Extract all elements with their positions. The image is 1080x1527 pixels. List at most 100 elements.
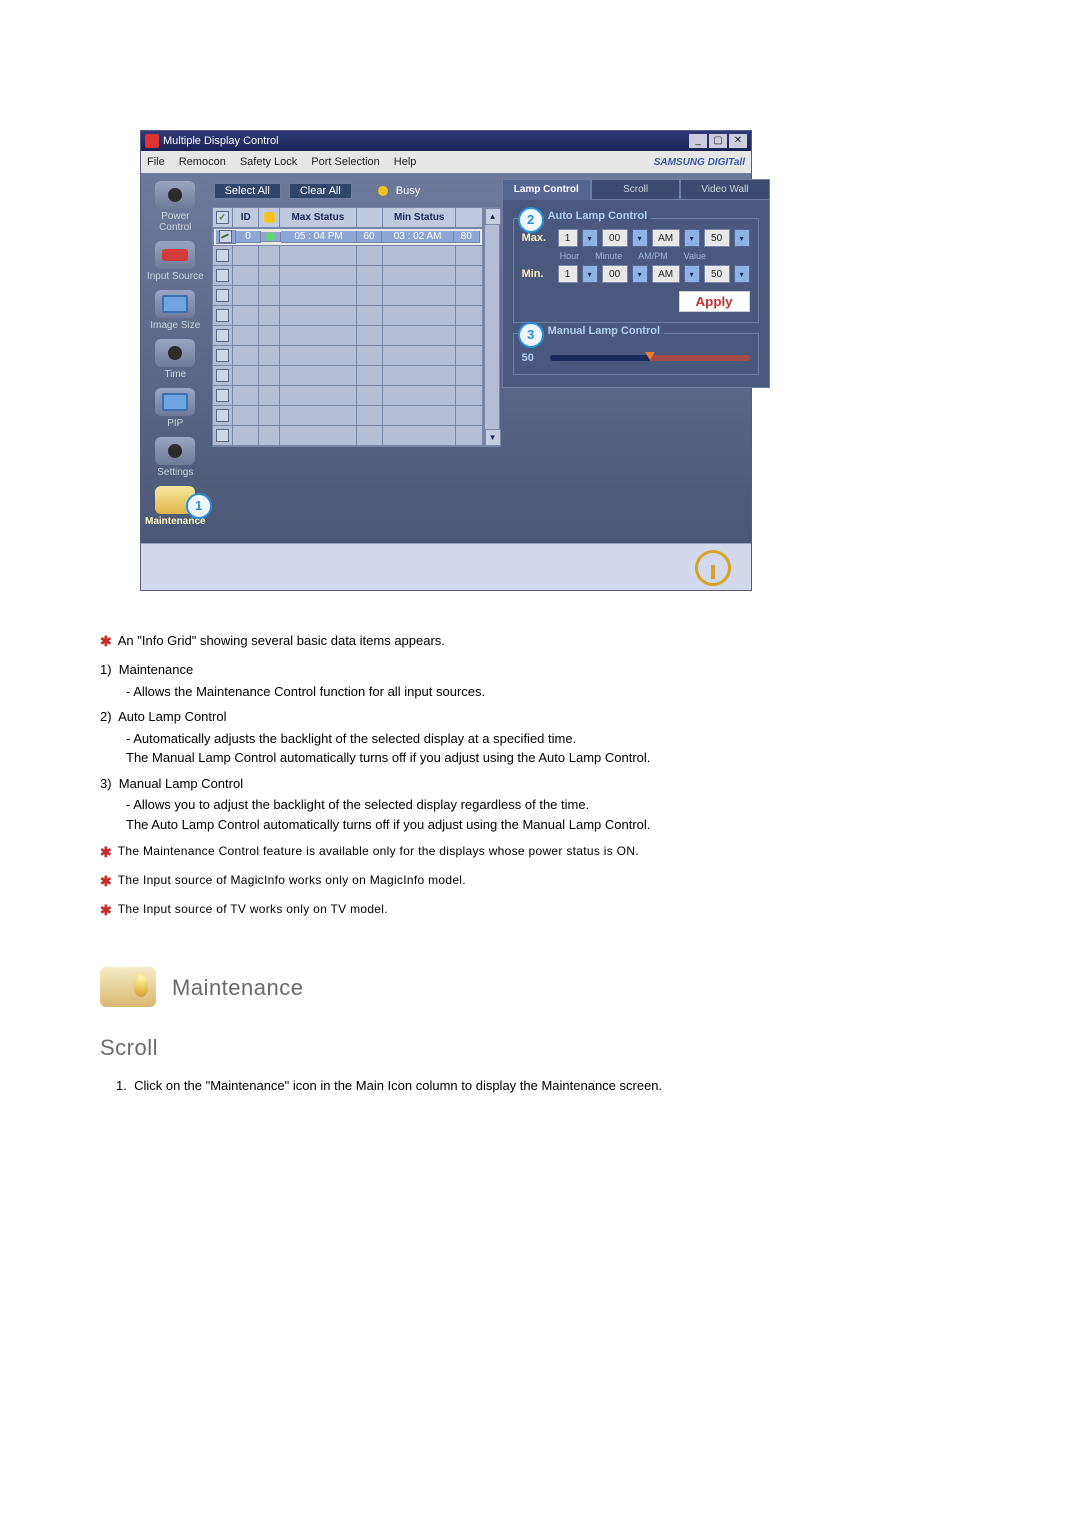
sidebar-item-time[interactable]: Time: [145, 337, 206, 386]
row-checkbox[interactable]: [216, 389, 229, 402]
sidebar-item-image-size[interactable]: Image Size: [145, 288, 206, 337]
manual-lamp-value: 50: [522, 352, 542, 364]
menu-safety-lock[interactable]: Safety Lock: [240, 156, 297, 168]
row-checkbox[interactable]: [216, 409, 229, 422]
grid-row-empty: [213, 366, 483, 386]
status-icon: [264, 212, 275, 223]
manual-lamp-slider[interactable]: [550, 355, 750, 361]
clear-all-button[interactable]: Clear All: [289, 183, 352, 199]
dropdown-icon[interactable]: ▾: [734, 229, 750, 247]
grid-row-empty: [213, 406, 483, 426]
sidebar-item-input-source[interactable]: Input Source: [145, 239, 206, 288]
grid-header-minval[interactable]: [456, 208, 482, 228]
item-title: Maintenance: [119, 662, 193, 677]
callout-1: 1: [186, 493, 212, 519]
scroll-down-icon[interactable]: ▼: [485, 429, 501, 446]
auto-lamp-fieldset: 2 Auto Lamp Control Max. 1▾ 00▾ AM▾ 50▾ …: [513, 218, 759, 323]
dropdown-icon[interactable]: ▾: [734, 265, 750, 283]
row-checkbox[interactable]: [216, 429, 229, 442]
center-pane: Select All Clear All Busy ✓ ID Max Statu…: [210, 179, 496, 533]
time-icon: [155, 339, 195, 367]
tabs: Lamp Control Scroll Video Wall: [502, 179, 770, 200]
row-checkbox[interactable]: [219, 230, 232, 243]
slider-thumb-icon[interactable]: [645, 352, 655, 360]
minimize-button[interactable]: _: [689, 134, 707, 148]
tab-lamp-control[interactable]: Lamp Control: [502, 179, 591, 200]
item-line: - Allows you to adjust the backlight of …: [126, 795, 980, 815]
item-line: - Automatically adjusts the backlight of…: [126, 729, 980, 749]
grid-header-id[interactable]: ID: [233, 208, 259, 228]
sidebar: Power Control Input Source Image Size Ti…: [141, 179, 210, 533]
menu-port-selection[interactable]: Port Selection: [311, 156, 379, 168]
lamp-control-panel: 2 Auto Lamp Control Max. 1▾ 00▾ AM▾ 50▾ …: [502, 200, 770, 388]
grid-header-max[interactable]: Max Status: [280, 208, 357, 228]
menu-help[interactable]: Help: [394, 156, 417, 168]
dropdown-icon[interactable]: ▾: [684, 265, 700, 283]
menubar: File Remocon Safety Lock Port Selection …: [141, 151, 751, 173]
apply-button[interactable]: Apply: [679, 291, 750, 312]
menu-file[interactable]: File: [147, 156, 165, 168]
star-icon: ✱: [100, 631, 112, 652]
row-checkbox[interactable]: [216, 269, 229, 282]
dropdown-icon[interactable]: ▾: [582, 265, 598, 283]
grid-scrollbar[interactable]: ▲ ▼: [484, 207, 500, 447]
dropdown-icon[interactable]: ▾: [684, 229, 700, 247]
tab-video-wall[interactable]: Video Wall: [680, 179, 769, 200]
manual-lamp-legend: Manual Lamp Control: [544, 325, 664, 337]
min-hour-input[interactable]: 1: [558, 265, 578, 283]
item-title: Auto Lamp Control: [118, 709, 226, 724]
window-titlebar[interactable]: Multiple Display Control _ ▢ ✕: [141, 131, 751, 151]
maximize-button[interactable]: ▢: [709, 134, 727, 148]
grid-row-empty: [213, 266, 483, 286]
auto-lamp-legend: Auto Lamp Control: [544, 210, 652, 222]
sidebar-item-power-control[interactable]: Power Control: [145, 179, 206, 239]
menu-remocon[interactable]: Remocon: [179, 156, 226, 168]
right-pane: Lamp Control Scroll Video Wall 2 Auto La…: [496, 179, 780, 533]
item-num: 3): [100, 776, 112, 791]
app-body: Power Control Input Source Image Size Ti…: [141, 173, 751, 543]
status-dot-icon: [266, 232, 275, 241]
sidebar-item-settings[interactable]: Settings: [145, 435, 206, 484]
row-label: Max.: [522, 232, 554, 244]
select-all-button[interactable]: Select All: [214, 183, 281, 199]
row-checkbox[interactable]: [216, 309, 229, 322]
max-value-input[interactable]: 50: [704, 229, 730, 247]
list-item: 1) Maintenance: [100, 660, 980, 680]
row-checkbox[interactable]: [216, 249, 229, 262]
grid-header-status[interactable]: [259, 208, 279, 228]
grid-row-empty: [213, 386, 483, 406]
max-ampm-input[interactable]: AM: [652, 229, 680, 247]
grid-header-min[interactable]: Min Status: [383, 208, 456, 228]
dropdown-icon[interactable]: ▾: [582, 229, 598, 247]
sidebar-item-pip[interactable]: PIP: [145, 386, 206, 435]
sidebar-item-label: Image Size: [145, 320, 206, 331]
row-checkbox[interactable]: [216, 369, 229, 382]
close-button[interactable]: ✕: [729, 134, 747, 148]
auto-lamp-max-row: Max. 1▾ 00▾ AM▾ 50▾: [522, 229, 750, 247]
step-text: Click on the "Maintenance" icon in the M…: [134, 1078, 662, 1093]
row-checkbox[interactable]: [216, 329, 229, 342]
row-label: Min.: [522, 268, 554, 280]
subsection-heading: Scroll: [100, 1031, 980, 1064]
tab-scroll[interactable]: Scroll: [591, 179, 680, 200]
dropdown-icon[interactable]: ▾: [632, 265, 648, 283]
max-minute-input[interactable]: 00: [602, 229, 628, 247]
grid-header-check[interactable]: ✓: [213, 208, 233, 228]
grid-row[interactable]: 0 05 : 04 PM 60 03 : 02 AM 80: [213, 228, 483, 246]
scroll-up-icon[interactable]: ▲: [485, 208, 501, 225]
row-checkbox[interactable]: [216, 289, 229, 302]
item-num: 1): [100, 662, 112, 677]
min-ampm-input[interactable]: AM: [652, 265, 680, 283]
dropdown-icon[interactable]: ▾: [632, 229, 648, 247]
row-checkbox[interactable]: [216, 349, 229, 362]
sidebar-item-label: Power Control: [145, 211, 206, 233]
grid-row-empty: [213, 306, 483, 326]
brand-label: SAMSUNG DIGITall: [654, 157, 745, 168]
grid-header-maxval[interactable]: [357, 208, 383, 228]
min-minute-input[interactable]: 00: [602, 265, 628, 283]
sidebar-item-maintenance[interactable]: 1 Maintenance: [145, 484, 206, 533]
max-hour-input[interactable]: 1: [558, 229, 578, 247]
item-title: Manual Lamp Control: [119, 776, 243, 791]
warning-icon: [695, 550, 731, 586]
min-value-input[interactable]: 50: [704, 265, 730, 283]
